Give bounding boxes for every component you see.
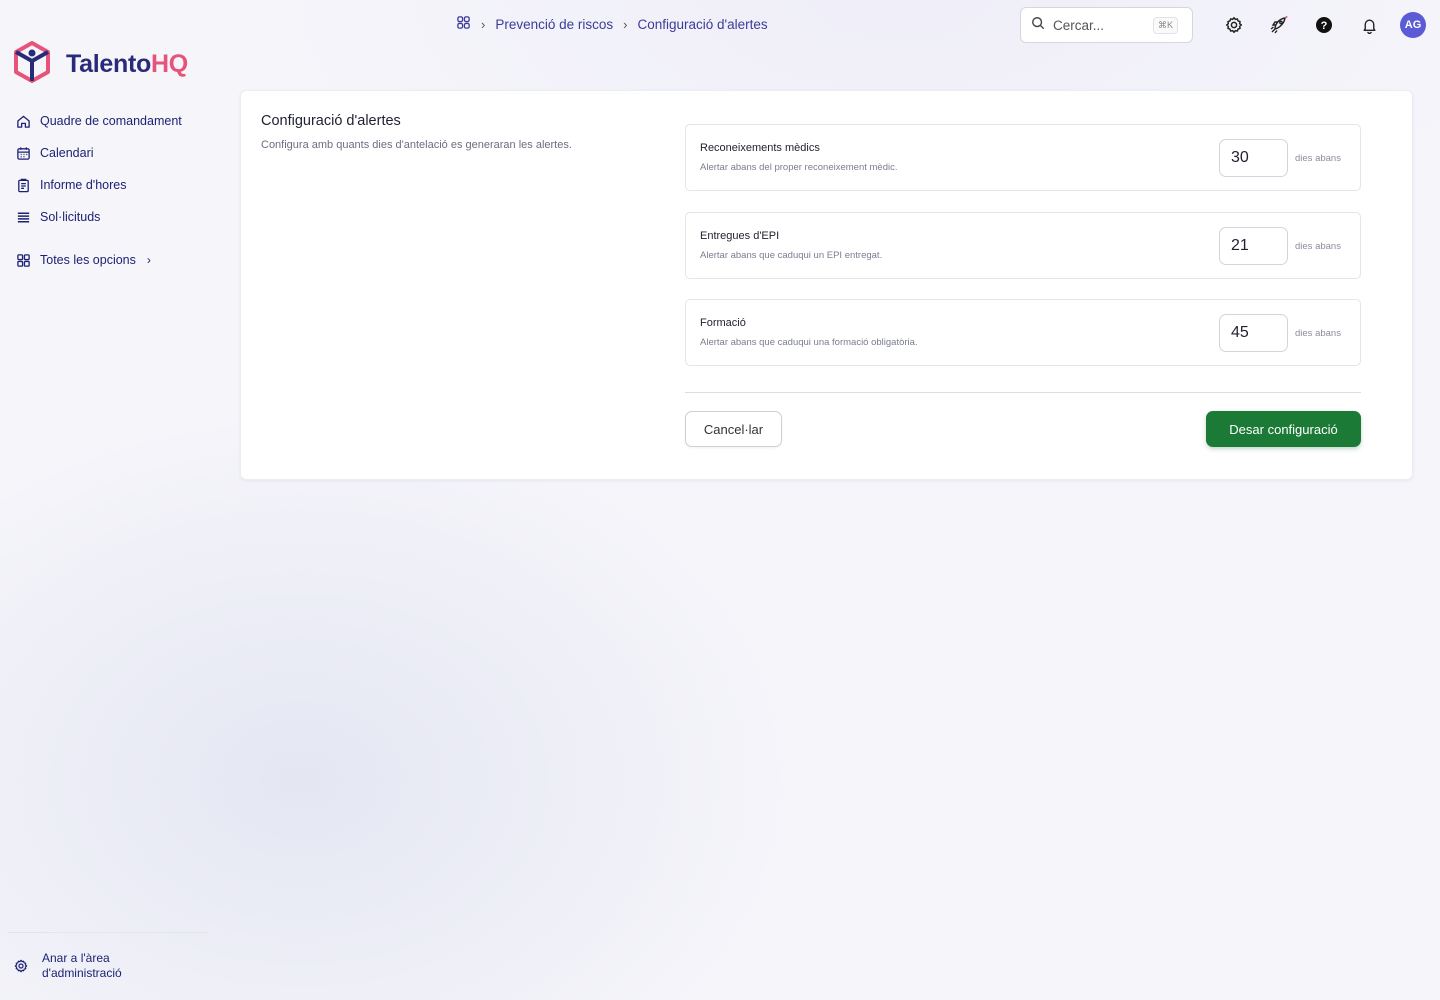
calendar-icon xyxy=(17,146,30,160)
chevron-right-icon: › xyxy=(146,253,151,267)
home-icon xyxy=(17,115,30,128)
days-input-training[interactable] xyxy=(1219,314,1288,352)
setting-title: Formació xyxy=(700,317,746,329)
breadcrumb-current[interactable]: Configuració d'alertes xyxy=(638,17,768,32)
admin-link-label: Anar a l'àrea d'administració xyxy=(42,951,122,980)
admin-area-link[interactable]: Anar a l'àrea d'administració xyxy=(14,951,164,981)
breadcrumb: › Prevenció de riscos › Configuració d'a… xyxy=(456,15,768,33)
logo-cube-icon xyxy=(12,40,52,89)
chevron-right-icon: › xyxy=(623,16,628,32)
breadcrumb-item[interactable]: Prevenció de riscos xyxy=(495,17,613,32)
help-icon[interactable]: ? xyxy=(1312,13,1336,37)
sidebar-item-label: Informe d'hores xyxy=(40,178,127,192)
days-input-medical[interactable] xyxy=(1219,139,1288,177)
sidebar-item-all-options[interactable]: Totes les opcions › xyxy=(16,249,211,271)
sidebar-divider xyxy=(8,932,208,933)
avatar[interactable]: AG xyxy=(1400,12,1426,38)
page-title: Configuració d'alertes xyxy=(261,113,401,129)
sidebar-item-requests[interactable]: Sol·licituds xyxy=(16,206,211,228)
save-settings-button[interactable]: Desar configuració xyxy=(1206,411,1361,447)
form-divider xyxy=(685,392,1361,393)
settings-icon[interactable] xyxy=(1222,13,1246,37)
bell-icon[interactable] xyxy=(1357,13,1381,37)
grid-icon xyxy=(17,253,30,267)
setting-title: Entregues d'EPI xyxy=(700,230,780,242)
sidebar-item-label: Totes les opcions xyxy=(40,253,136,267)
search-shortcut-badge: ⌘K xyxy=(1153,16,1179,34)
sidebar-item-hours-report[interactable]: Informe d'hores xyxy=(16,174,211,196)
setting-epi-deliveries: Entregues d'EPI Alertar abans que caduqu… xyxy=(685,212,1361,279)
setting-unit: dies abans xyxy=(1295,328,1341,339)
setting-training: Formació Alertar abans que caduqui una f… xyxy=(685,299,1361,366)
setting-description: Alertar abans que caduqui una formació o… xyxy=(700,337,918,348)
sidebar-item-label: Sol·licituds xyxy=(40,210,101,224)
chevron-right-icon: › xyxy=(481,16,486,32)
setting-unit: dies abans xyxy=(1295,241,1341,252)
rocket-icon[interactable] xyxy=(1267,13,1291,37)
search-input[interactable] xyxy=(1053,17,1145,33)
list-icon xyxy=(17,212,30,222)
sidebar-nav: Quadre de comandament Calendari Informe … xyxy=(16,110,211,281)
search-icon xyxy=(1031,16,1045,35)
cancel-button[interactable]: Cancel·lar xyxy=(685,411,782,447)
search-box[interactable]: ⌘K xyxy=(1020,7,1193,43)
logo[interactable]: TalentoHQ xyxy=(12,40,188,89)
sidebar-item-calendar[interactable]: Calendari xyxy=(16,142,211,164)
apps-grid-icon[interactable] xyxy=(456,15,471,33)
report-icon xyxy=(18,178,29,192)
sidebar: TalentoHQ Quadre de comandament Calendar… xyxy=(0,0,215,1000)
header-actions: ? xyxy=(1222,13,1381,37)
logo-text: TalentoHQ xyxy=(66,50,188,78)
setting-medical-checkups: Reconeixements mèdics Alertar abans del … xyxy=(685,124,1361,191)
alert-settings-card: Configuració d'alertes Configura amb qua… xyxy=(240,90,1413,480)
sidebar-item-dashboard[interactable]: Quadre de comandament xyxy=(16,110,211,132)
setting-unit: dies abans xyxy=(1295,153,1341,164)
page-description: Configura amb quants dies d'antelació es… xyxy=(261,139,572,151)
setting-description: Alertar abans del proper reconeixement m… xyxy=(700,162,898,173)
setting-title: Reconeixements mèdics xyxy=(700,142,820,154)
days-input-epi[interactable] xyxy=(1219,227,1288,265)
svg-text:?: ? xyxy=(1321,20,1328,32)
gear-icon xyxy=(14,959,28,973)
sidebar-item-label: Quadre de comandament xyxy=(40,114,182,128)
setting-description: Alertar abans que caduqui un EPI entrega… xyxy=(700,250,883,261)
sidebar-item-label: Calendari xyxy=(40,146,94,160)
